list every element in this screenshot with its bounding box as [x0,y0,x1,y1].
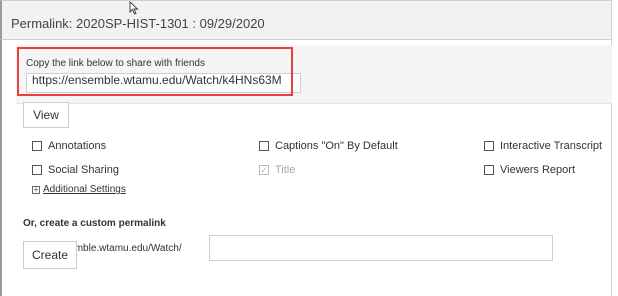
checkbox-title: ✓ Title [259,163,295,177]
checkbox-box[interactable] [32,165,42,175]
custom-permalink-label: Or, create a custom permalink [23,218,166,229]
pointer-cursor-icon [129,1,139,15]
additional-settings-link[interactable]: Additional Settings [43,184,126,195]
checkbox-box[interactable] [259,141,269,151]
custom-permalink-input[interactable] [209,235,553,261]
copy-link-label: Copy the link below to share with friend… [26,58,205,69]
plus-box-icon[interactable]: + [32,185,40,194]
permalink-url[interactable]: https://ensemble.wtamu.edu/Watch/k4HNs63… [32,73,282,87]
checkbox-viewers-report[interactable]: Viewers Report [484,163,575,177]
checkbox-label: Social Sharing [48,164,119,176]
checkbox-interactive-transcript[interactable]: Interactive Transcript [484,139,602,153]
dialog-header: Permalink: 2020SP-HIST-1301 : 09/29/2020 [0,0,612,40]
additional-settings-toggle[interactable]: + Additional Settings [32,184,126,195]
dialog-title: Permalink: 2020SP-HIST-1301 : 09/29/2020 [11,16,265,31]
checkbox-label: Annotations [48,140,107,152]
checkbox-annotations[interactable]: Annotations [32,139,106,153]
checkbox-label: Interactive Transcript [500,140,603,152]
create-button[interactable]: Create [23,241,77,269]
checkbox-social-sharing[interactable]: Social Sharing [32,163,119,177]
checkbox-box[interactable] [32,141,42,151]
view-button[interactable]: View [23,102,69,128]
checkbox-box[interactable] [484,165,494,175]
checkbox-label: Captions "On" By Default [275,140,398,152]
checkbox-box[interactable] [484,141,494,151]
checkbox-label: Title [275,164,296,176]
checkbox-label: Viewers Report [500,164,575,176]
checkbox-captions-on[interactable]: Captions "On" By Default [259,139,398,153]
checkmark-icon: ✓ [259,164,269,175]
